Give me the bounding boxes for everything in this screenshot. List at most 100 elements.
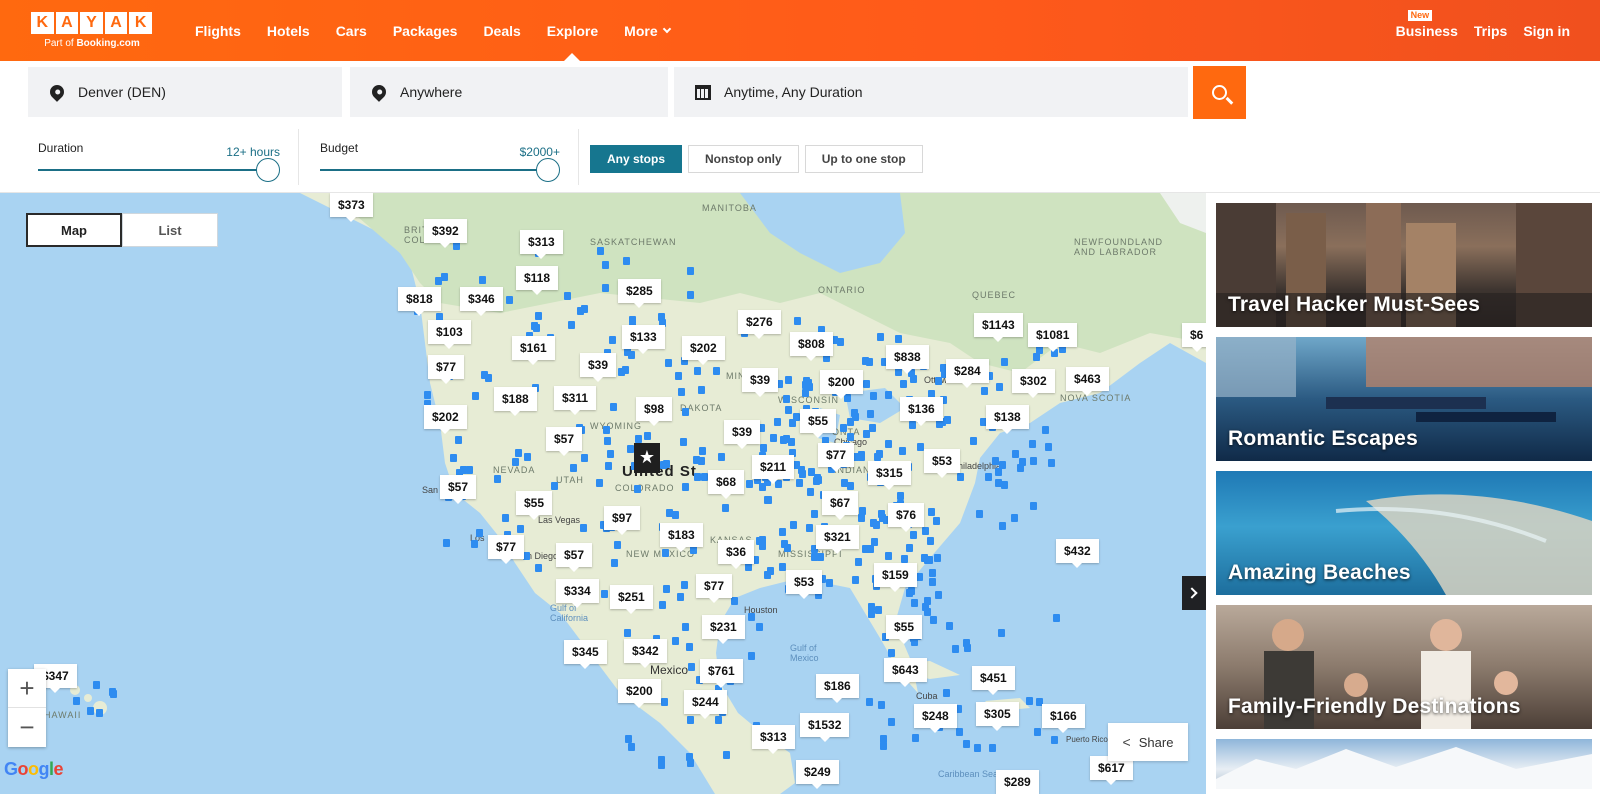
airport-marker[interactable] <box>957 473 964 481</box>
airport-marker[interactable] <box>779 528 786 536</box>
airport-marker[interactable] <box>981 387 988 395</box>
airport-marker[interactable] <box>807 488 814 496</box>
price-marker[interactable]: $39 <box>580 353 617 382</box>
airport-marker[interactable] <box>535 312 542 320</box>
airport-marker[interactable] <box>610 403 617 411</box>
airport-marker[interactable] <box>871 538 878 546</box>
price-marker[interactable]: $1143 <box>974 313 1023 342</box>
any-stops-button[interactable]: Any stops <box>590 145 683 173</box>
airport-marker[interactable] <box>694 367 701 375</box>
airport-marker[interactable] <box>867 410 874 418</box>
airport-marker[interactable] <box>1033 353 1040 361</box>
price-marker[interactable]: $166 <box>1042 704 1085 733</box>
price-marker[interactable]: $39 <box>724 420 761 449</box>
airport-marker[interactable] <box>551 482 558 490</box>
zoom-out-button[interactable]: − <box>8 708 46 747</box>
airport-marker[interactable] <box>996 383 1003 391</box>
airport-marker[interactable] <box>1045 443 1052 451</box>
airport-marker[interactable] <box>875 606 882 614</box>
airport-marker[interactable] <box>675 372 682 380</box>
airport-marker[interactable] <box>870 392 877 400</box>
airport-marker[interactable] <box>934 554 941 562</box>
price-marker[interactable]: $53 <box>924 449 961 478</box>
airport-marker[interactable] <box>759 542 766 550</box>
airport-marker[interactable] <box>93 681 100 689</box>
price-marker[interactable]: $276 <box>738 310 781 339</box>
airport-marker[interactable] <box>607 450 614 458</box>
nav-sign-in[interactable]: Sign in <box>1523 23 1570 39</box>
duration-handle[interactable] <box>256 158 280 182</box>
airport-marker[interactable] <box>665 359 672 367</box>
airport-marker[interactable] <box>597 247 604 255</box>
price-marker[interactable]: $159 <box>874 563 917 592</box>
airport-marker[interactable] <box>826 579 833 587</box>
airport-marker[interactable] <box>1011 514 1018 522</box>
airport-marker[interactable] <box>601 590 608 598</box>
airport-marker[interactable] <box>926 556 933 564</box>
airport-marker[interactable] <box>661 698 668 706</box>
price-marker[interactable]: $249 <box>796 760 839 789</box>
price-marker[interactable]: $244 <box>684 690 727 719</box>
collection-card[interactable]: Family-Friendly Destinations <box>1216 605 1592 729</box>
airport-marker[interactable] <box>609 336 616 344</box>
airport-marker[interactable] <box>808 468 815 476</box>
price-marker[interactable]: $118 <box>516 266 559 295</box>
airport-marker[interactable] <box>852 413 859 421</box>
airport-marker[interactable] <box>580 524 587 532</box>
budget-slider[interactable]: Budget $2000+ <box>320 121 560 193</box>
airport-marker[interactable] <box>677 593 684 601</box>
price-marker[interactable]: $838 <box>886 345 929 374</box>
airport-marker[interactable] <box>531 322 538 330</box>
nonstop-only-button[interactable]: Nonstop only <box>688 145 799 173</box>
airport-marker[interactable] <box>774 418 781 426</box>
airport-marker[interactable] <box>614 541 621 549</box>
price-marker[interactable]: $346 <box>460 287 503 316</box>
airport-marker[interactable] <box>956 728 963 736</box>
airport-marker[interactable] <box>897 492 904 500</box>
airport-marker[interactable] <box>698 457 705 465</box>
airport-marker[interactable] <box>722 504 729 512</box>
price-marker[interactable]: $211 <box>752 455 795 484</box>
airport-marker[interactable] <box>618 368 625 376</box>
airport-marker[interactable] <box>96 709 103 717</box>
airport-marker[interactable] <box>624 348 631 356</box>
price-marker[interactable]: $392 <box>424 219 467 248</box>
price-marker[interactable]: $183 <box>660 523 703 552</box>
price-marker[interactable]: $432 <box>1056 539 1099 568</box>
airport-marker[interactable] <box>450 454 457 462</box>
airport-marker[interactable] <box>900 380 907 388</box>
airport-marker[interactable] <box>718 453 725 461</box>
price-marker[interactable]: $1081 <box>1028 323 1078 352</box>
airport-marker[interactable] <box>866 358 873 366</box>
airport-marker[interactable] <box>1012 450 1019 458</box>
airport-marker[interactable] <box>690 546 697 554</box>
airport-marker[interactable] <box>785 376 792 384</box>
nav-explore[interactable]: Explore <box>534 0 611 61</box>
nav-hotels[interactable]: Hotels <box>254 0 323 61</box>
airport-marker[interactable] <box>581 454 588 462</box>
airport-marker[interactable] <box>1026 697 1033 705</box>
airport-marker[interactable] <box>682 483 689 491</box>
airport-marker[interactable] <box>869 424 876 432</box>
duration-slider[interactable]: Duration 12+ hours <box>38 121 280 193</box>
price-marker[interactable]: $289 <box>996 770 1039 794</box>
up-to-one-stop-button[interactable]: Up to one stop <box>804 145 923 173</box>
airport-marker[interactable] <box>602 261 609 269</box>
airport-marker[interactable] <box>888 718 895 726</box>
airport-marker[interactable] <box>927 537 934 545</box>
airport-marker[interactable] <box>970 437 977 445</box>
airport-marker[interactable] <box>663 460 670 468</box>
airport-marker[interactable] <box>424 391 431 399</box>
airport-marker[interactable] <box>992 457 999 465</box>
airport-marker[interactable] <box>888 649 895 657</box>
airport-marker[interactable] <box>481 371 488 379</box>
price-marker[interactable]: $39 <box>742 368 779 397</box>
airport-marker[interactable] <box>686 643 693 651</box>
airport-marker[interactable] <box>794 317 801 325</box>
airport-marker[interactable] <box>471 540 478 548</box>
airport-marker[interactable] <box>785 406 792 414</box>
airport-marker[interactable] <box>688 663 695 671</box>
airport-marker[interactable] <box>1036 346 1043 354</box>
airport-marker[interactable] <box>814 474 821 482</box>
price-marker[interactable]: $643 <box>884 658 927 687</box>
